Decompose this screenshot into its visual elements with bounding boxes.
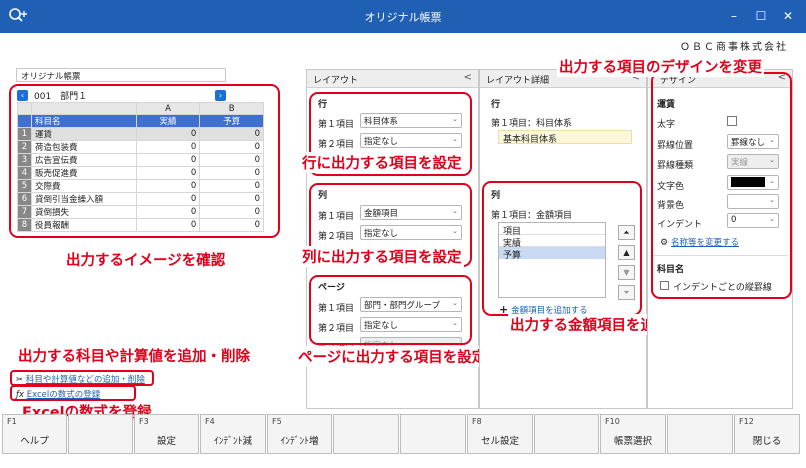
layout-header: レイアウト < — [307, 70, 478, 88]
f4-button[interactable]: F4 ｲﾝﾃﾞﾝﾄ減 — [200, 414, 266, 454]
collapse-icon[interactable]: < — [464, 72, 472, 83]
window-title: オリジナル帳票 — [364, 11, 442, 24]
annotation-box-preview — [9, 84, 280, 238]
detail-row-item-label: 第１項目：科目体系 — [491, 119, 573, 129]
annotation-item-add: 出力する科目や計算値を追加・削除 — [16, 345, 252, 366]
f5-button[interactable]: F5 ｲﾝﾃﾞﾝﾄ増 — [267, 414, 332, 454]
detail-row-section: 行 — [491, 100, 501, 110]
f8-button[interactable]: F8 セル設定 — [467, 414, 533, 454]
item-add-link-wrap[interactable]: ✂ 科目や計算値などの追加・削除 — [16, 373, 145, 385]
annotation-col-set: 列に出力する項目を設定 — [300, 246, 464, 267]
excel-link-wrap[interactable]: ƒx Excelの数式の登録 — [16, 388, 100, 400]
f11-button[interactable] — [667, 414, 733, 454]
annotation-box-amount — [482, 181, 642, 316]
layout-title: レイアウト — [313, 76, 359, 86]
f3-button[interactable]: F3 設定 — [134, 414, 199, 454]
f10-button[interactable]: F10 帳票選択 — [600, 414, 666, 454]
f1-button[interactable]: F1 ヘルプ — [2, 414, 67, 454]
item-add-link[interactable]: 科目や計算値などの追加・削除 — [26, 375, 145, 385]
annotation-box-design — [651, 72, 792, 299]
f9-button[interactable] — [534, 414, 599, 454]
function-icon: ƒx — [16, 390, 25, 400]
annotation-page-set: ページに出力する項目を設定 — [296, 346, 489, 367]
f12-button[interactable]: F12 閉じる — [734, 414, 800, 454]
close-icon[interactable]: ✕ — [778, 6, 798, 26]
scissors-icon: ✂ — [16, 375, 24, 385]
f2-button[interactable] — [68, 414, 133, 454]
f7-button[interactable] — [400, 414, 466, 454]
minimize-icon[interactable]: – — [724, 6, 744, 26]
annotation-design-change: 出力する項目のデザインを変更 — [557, 56, 764, 77]
annotation-confirm: 出力するイメージを確認 — [64, 249, 228, 270]
annotation-row-set: 行に出力する項目を設定 — [300, 152, 464, 173]
detail-row-item-value[interactable]: 基本科目体系 — [498, 130, 632, 145]
excel-link[interactable]: Excelの数式の登録 — [27, 390, 101, 400]
f6-button[interactable] — [333, 414, 399, 454]
annotation-box-page — [309, 275, 472, 345]
report-name-field[interactable]: オリジナル帳票 — [16, 68, 226, 82]
layout-detail-title: レイアウト詳細 — [486, 76, 550, 86]
company-name: ＯＢＣ商事株式会社 — [680, 42, 788, 53]
title-bar: オリジナル帳票 – ☐ ✕ — [0, 0, 806, 33]
maximize-icon[interactable]: ☐ — [751, 6, 771, 26]
